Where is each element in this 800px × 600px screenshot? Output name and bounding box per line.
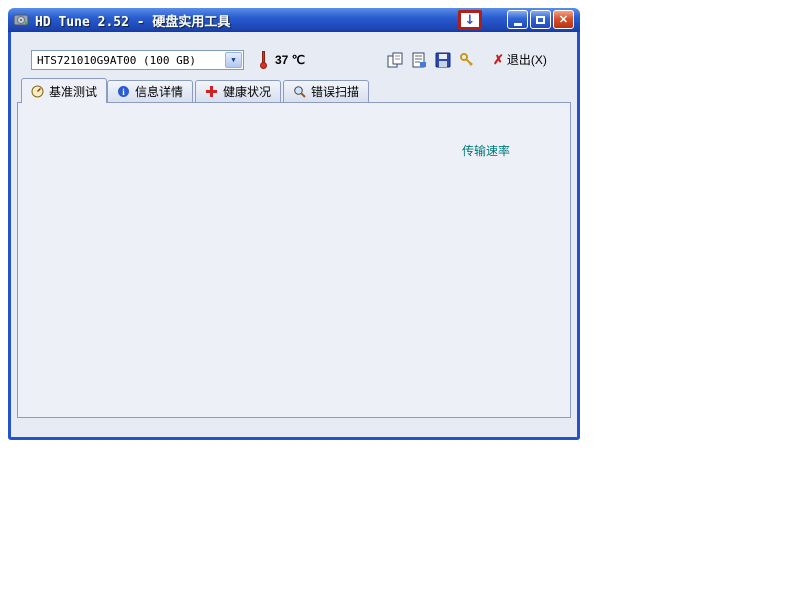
tab-error-scan[interactable]: 错误扫描 [283, 80, 369, 102]
close-icon: ✕ [559, 13, 568, 26]
tab-label: 信息详情 [135, 83, 183, 100]
tab-info[interactable]: i 信息详情 [107, 80, 193, 102]
copy-screenshot-button[interactable] [385, 50, 405, 69]
save-screenshot-button[interactable] [433, 50, 453, 69]
maximize-icon [536, 16, 545, 24]
close-button[interactable]: ✕ [553, 10, 574, 29]
hdtune-window: HD Tune 2.52 - 硬盘实用工具 ↓ ✕ HTS721010G9AT0… [8, 8, 580, 440]
tab-health[interactable]: 健康状况 [195, 80, 281, 102]
copy-text-button[interactable] [409, 50, 429, 69]
exit-button[interactable]: ✗ 退出(X) [493, 50, 547, 69]
exit-x-icon: ✗ [493, 52, 504, 68]
exit-label: 退出(X) [507, 51, 547, 68]
save-icon [435, 52, 451, 68]
minimize-icon [514, 23, 522, 26]
capture-download-button[interactable]: ↓ [458, 10, 482, 30]
tab-label: 错误扫描 [311, 83, 359, 100]
title-bar[interactable]: HD Tune 2.52 - 硬盘实用工具 ↓ ✕ [8, 8, 580, 32]
info-icon: i [117, 85, 130, 98]
temperature-icon [259, 51, 268, 69]
drive-select-value: HTS721010G9AT00 (100 GB) [37, 54, 196, 67]
maximize-button[interactable] [530, 10, 551, 29]
health-cross-icon [205, 85, 218, 98]
options-button[interactable] [457, 50, 477, 69]
chevron-down-icon[interactable]: ▼ [225, 52, 242, 68]
tab-label: 健康状况 [223, 83, 271, 100]
magnifier-icon [293, 85, 306, 98]
temperature-value: 37 ℃ [275, 53, 305, 67]
tab-label: 基准测试 [49, 83, 97, 100]
keys-icon [459, 52, 475, 68]
copy-icon [387, 52, 403, 68]
copy-text-icon [411, 52, 427, 68]
window-title: HD Tune 2.52 - 硬盘实用工具 [35, 11, 230, 30]
tab-benchmark[interactable]: 基准测试 [21, 78, 107, 103]
app-icon [13, 12, 29, 28]
transfer-rate-group-title: 传输速率 [459, 142, 513, 159]
benchmark-gauge-icon [31, 85, 44, 98]
minimize-button[interactable] [507, 10, 528, 29]
drive-select-dropdown[interactable]: HTS721010G9AT00 (100 GB) ▼ [31, 50, 244, 70]
